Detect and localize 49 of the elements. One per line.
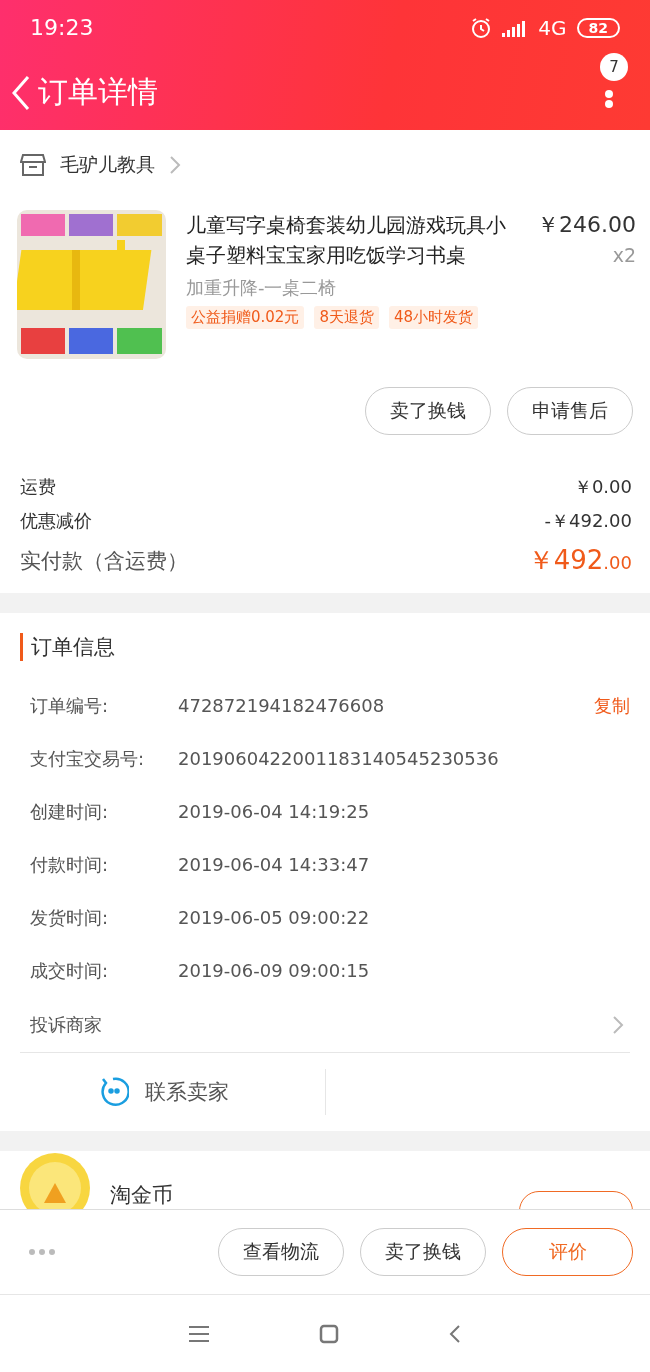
unit-price: ￥246.00 [537,211,636,239]
service-tag: 公益捐赠0.02元 [186,306,305,329]
section-title: 订单信息 [20,633,630,661]
fee-label: 实付款（含运费） [20,547,188,575]
info-value: 2019-06-04 14:33:47 [178,854,371,875]
info-label: 创建时间: [30,799,110,824]
action-button[interactable]: 卖了换钱 [365,387,491,435]
fee-amount: -￥492.00 [544,509,632,533]
info-label: 支付宝交易号: [30,746,146,771]
info-value: 2019-06-04 14:19:25 [178,801,371,822]
home-icon[interactable] [319,1323,339,1344]
contact-seller-button[interactable]: 联系卖家 [144,1078,229,1106]
fee-amount: ￥0.00 [573,475,632,499]
back-icon[interactable] [10,74,32,111]
page-title: 订单详情 [38,73,158,111]
fee-label: 优惠减价 [20,509,92,533]
product-variant: 加重升降-一桌二椅 [186,276,338,300]
info-value: 2019-06-05 09:00:22 [178,907,371,928]
notification-badge: 7 [600,52,628,81]
quantity: x2 [612,244,636,266]
clock-time: 19:23 [30,15,94,40]
info-label: 成交时间: [30,958,110,983]
order-button[interactable]: 卖了换钱 [360,1228,486,1276]
menu-icon[interactable] [189,1324,209,1343]
total-amount: ￥492.00 [527,544,632,577]
alarm-icon [470,16,493,39]
product-title[interactable]: 儿童写字桌椅套装幼儿园游戏玩具小桌子塑料宝宝家用吃饭学习书桌 [186,210,508,270]
info-label: 订单编号: [30,693,110,718]
service-tag: 8天退货 [314,306,379,329]
back-icon[interactable] [449,1323,461,1344]
complaint-link[interactable]: 投诉商家 [30,1012,102,1037]
more-icon[interactable] [28,1248,56,1256]
info-value: 2019-06-09 09:00:15 [178,960,371,981]
info-value: 2019060422001183140545230536 [178,748,500,769]
fee-label: 运费 [20,475,56,499]
order-button[interactable]: 查看物流 [218,1228,344,1276]
shop-name[interactable]: 毛驴儿教具 [60,152,155,178]
copy-link[interactable]: 复制 [594,693,630,718]
battery-level: 82 [576,17,620,38]
service-tag: 48小时发货 [388,306,479,329]
coins-title: 淘金币 [110,1182,174,1209]
info-label: 发货时间: [30,905,110,930]
network-type: 4G [538,15,567,40]
action-button[interactable]: 申请售后 [507,387,633,435]
info-label: 付款时间: [30,852,110,877]
chevron-icon [169,155,181,175]
shop-icon [20,153,46,177]
info-value: 472872194182476608 [178,695,386,716]
chevron-icon [612,1014,624,1035]
